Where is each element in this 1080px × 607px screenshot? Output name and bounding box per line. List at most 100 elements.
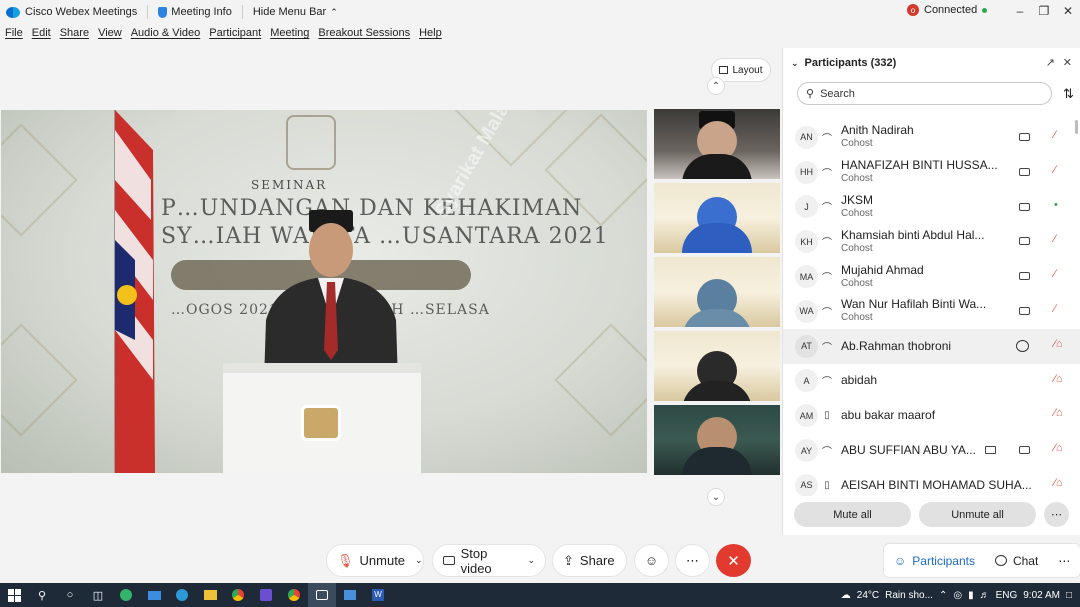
participant-row[interactable]: A ⌒ abidah ∕⌂ [783, 364, 1080, 399]
network-icon[interactable]: ◎ [953, 590, 962, 601]
participant-scrollbar[interactable] [1075, 120, 1078, 134]
video-thumbnails [654, 109, 780, 479]
layout-icon [719, 66, 729, 74]
participant-avatar: A [795, 369, 818, 393]
video-camera-icon [1019, 202, 1030, 211]
file-explorer-icon[interactable] [196, 583, 224, 607]
minimize-icon[interactable]: – [1008, 0, 1032, 22]
more-panels-button[interactable]: ⋯ [1048, 544, 1080, 577]
menu-view[interactable]: View [98, 27, 122, 45]
participant-row[interactable]: KH ⌒ Khamsiah binti Abdul Hal... Cohost ∕ [783, 224, 1080, 259]
mic-muted-icon[interactable]: ∕ [1054, 129, 1056, 141]
menu-edit[interactable]: Edit [32, 27, 51, 45]
video-thumbnail[interactable] [654, 183, 780, 253]
participants-toggle-button[interactable]: ☺ Participants [884, 544, 985, 577]
chrome-icon-2[interactable] [280, 583, 308, 607]
unmute-all-button[interactable]: Unmute all [919, 502, 1036, 527]
video-thumbnail[interactable] [654, 331, 780, 401]
menu-file[interactable]: File [5, 27, 23, 45]
phone-icon: ▯ [824, 479, 830, 491]
participant-row[interactable]: HH ⌒ HANAFIZAH BINTI HUSSA... Cohost ∕ [783, 155, 1080, 190]
participant-row[interactable]: MA ⌒ Mujahid Ahmad Cohost ∕ [783, 259, 1080, 294]
participant-row[interactable]: AM ▯ abu bakar maarof ∕⌂ [783, 398, 1080, 433]
search-icon[interactable]: ⚲ [28, 583, 56, 607]
pop-out-icon[interactable]: ↗ [1046, 56, 1055, 69]
participant-role: Cohost [841, 277, 873, 289]
weather-text[interactable]: Rain sho... [885, 590, 933, 601]
connection-status[interactable]: o Connected [907, 4, 988, 16]
temperature: 24°C [856, 589, 880, 601]
participant-row[interactable]: AY ⌒ ABU SUFFIAN ABU YA... ∕⌂ [783, 433, 1080, 468]
mic-muted-icon[interactable]: ∕ [1054, 233, 1056, 245]
active-speaker-video[interactable]: SEMINAR P…UNDANGAN DAN KEHAKIMAN SY…IAH … [1, 110, 647, 473]
participant-row[interactable]: J ⌒ JKSM Cohost • [783, 190, 1080, 225]
mic-muted-icon[interactable]: ∕⌂ [1054, 407, 1062, 419]
mute-all-button[interactable]: Mute all [794, 502, 911, 527]
chevron-down-icon[interactable]: ⌄ [415, 555, 423, 566]
video-thumbnail[interactable] [654, 257, 780, 327]
sort-icon[interactable]: ⇅ [1063, 86, 1074, 102]
participants-title: Participants (332) [804, 57, 897, 69]
mic-muted-icon[interactable]: ∕⌂ [1054, 373, 1062, 385]
app-green-icon[interactable] [112, 583, 140, 607]
edge-icon[interactable] [168, 583, 196, 607]
reactions-button[interactable]: ☺ [634, 544, 669, 577]
meeting-info-button[interactable]: Meeting Info [158, 6, 232, 18]
menu-participant[interactable]: Participant [209, 27, 261, 45]
participant-name: Mujahid Ahmad [841, 262, 924, 277]
unmute-button[interactable]: 🎙 Unmute ⌄ [326, 544, 424, 577]
menu-share[interactable]: Share [60, 27, 89, 45]
menu-meeting[interactable]: Meeting [270, 27, 309, 45]
participant-row[interactable]: AS ▯ AEISAH BINTI MOHAMAD SUHA... ∕⌂ [783, 468, 1080, 496]
scroll-down-chevron-icon[interactable]: ⌄ [707, 488, 725, 506]
menu-help[interactable]: Help [419, 27, 442, 45]
menu-audio-video[interactable]: Audio & Video [131, 27, 201, 45]
participant-row[interactable]: WA ⌒ Wan Nur Hafilah Binti Wa... Cohost ∕ [783, 294, 1080, 329]
mic-muted-icon[interactable]: ∕⌂ [1054, 442, 1062, 454]
participant-row[interactable]: AT ⌒ Ab.Rahman thobroni ∕⌂ [783, 328, 1080, 364]
participant-row[interactable]: AN ⌒ Anith Nadirah Cohost ∕ [783, 120, 1080, 155]
weather-cloud-icon: ☁ [840, 589, 851, 601]
chrome-icon[interactable] [224, 583, 252, 607]
close-panel-icon[interactable]: ✕ [1063, 56, 1072, 69]
windows-start-icon[interactable] [0, 583, 28, 607]
close-icon[interactable]: ✕ [1056, 0, 1080, 22]
chevron-down-icon[interactable]: ⌄ [527, 555, 535, 566]
chevron-up-icon[interactable]: ⌃ [939, 590, 947, 601]
battery-icon[interactable]: ▮ [968, 590, 974, 601]
mic-muted-icon[interactable]: ∕⌂ [1054, 477, 1062, 489]
clock[interactable]: 9:02 AM [1023, 590, 1060, 601]
share-button[interactable]: ⇪ Share [552, 544, 627, 577]
mic-muted-icon[interactable]: ∕ [1054, 268, 1056, 280]
video-thumbnail[interactable] [654, 405, 780, 475]
mic-muted-icon[interactable]: ∕ [1054, 164, 1056, 176]
mail-icon[interactable] [140, 583, 168, 607]
hide-menu-bar-label: Hide Menu Bar [252, 6, 327, 18]
hide-menu-bar-button[interactable]: Hide Menu Bar ⌃ [253, 6, 338, 18]
restore-icon[interactable]: ❐ [1032, 0, 1056, 22]
participants-header[interactable]: ⌄ Participants (332) [791, 57, 896, 69]
photos-icon[interactable] [336, 583, 364, 607]
chat-toggle-button[interactable]: Chat [985, 544, 1048, 577]
chat-bubble-icon[interactable] [1016, 339, 1029, 352]
mic-muted-icon[interactable]: ∕ [1054, 303, 1056, 315]
participant-search-input[interactable]: ⚲ Search [797, 82, 1052, 105]
mic-muted-icon[interactable]: ∕⌂ [1054, 338, 1062, 350]
task-view-icon[interactable]: ◫ [84, 583, 112, 607]
more-options-icon[interactable]: ⋯ [1044, 502, 1069, 527]
mic-on-icon[interactable]: • [1054, 199, 1058, 211]
volume-icon[interactable]: ♬ [980, 590, 990, 601]
notifications-icon[interactable]: □ [1066, 590, 1072, 601]
cortana-icon[interactable]: ○ [56, 583, 84, 607]
language-indicator[interactable]: ENG [996, 590, 1018, 601]
video-thumbnail[interactable] [654, 109, 780, 179]
word-icon[interactable]: W [364, 583, 392, 607]
menu-breakout-sessions[interactable]: Breakout Sessions [318, 27, 410, 45]
webex-taskbar-icon[interactable] [308, 583, 336, 607]
scroll-up-chevron-icon[interactable]: ⌃ [707, 77, 725, 95]
app-purple-icon[interactable] [252, 583, 280, 607]
stop-video-button[interactable]: Stop video ⌄ [432, 544, 546, 577]
system-tray: ☁ 24°C Rain sho... ⌃ ◎ ▮ ♬ ENG 9:02 AM □ [841, 583, 1080, 607]
more-controls-button[interactable]: ⋯ [675, 544, 710, 577]
leave-meeting-button[interactable]: ✕ [716, 544, 751, 577]
